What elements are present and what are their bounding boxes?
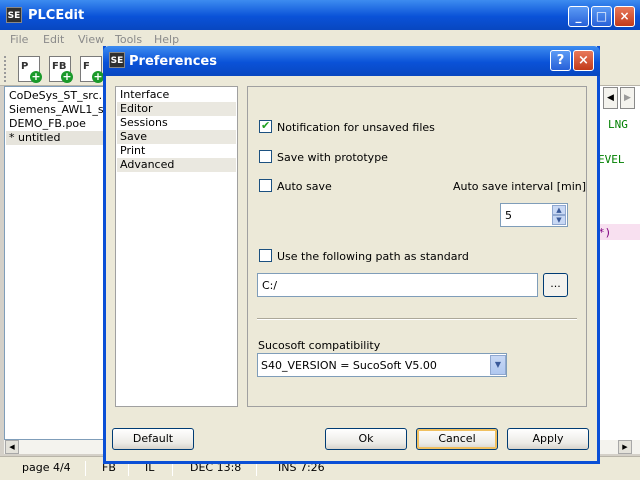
apply-button[interactable]: Apply [507,428,589,450]
dialog-title-bar[interactable]: SE Preferences ? × [103,46,600,76]
scroll-right-icon[interactable]: ▶ [618,440,632,454]
maximize-button[interactable]: □ [591,6,612,27]
tab-scroll-right-icon[interactable]: ▶ [620,87,635,109]
auto-save-interval-spinbox[interactable]: 5 ▲ ▼ [500,203,568,227]
new-function-block-button[interactable]: FB + [49,56,73,83]
dialog-title: Preferences [129,54,217,69]
new-function-icon: F [83,61,90,72]
auto-save-label: Auto save [277,180,332,193]
spin-down-icon[interactable]: ▼ [552,215,566,225]
menu-help[interactable]: Help [154,33,179,46]
app-icon: SE [6,7,22,23]
divider [257,318,577,320]
auto-save-interval-label: Auto save interval [min] [453,180,587,193]
auto-save-checkbox[interactable] [259,179,272,192]
new-program-button[interactable]: P + [18,56,42,83]
sucosoft-label: Sucosoft compatibility [258,339,381,352]
check-icon: ✔ [261,119,271,132]
plus-icon: + [61,70,73,83]
category-print[interactable]: Print [117,144,236,158]
category-save[interactable]: Save [117,130,236,144]
code-fragment: EVEL [598,153,625,166]
help-button[interactable]: ? [550,50,571,71]
new-program-icon: P [21,61,29,72]
tab-scroll-left-icon[interactable]: ◀ [603,87,618,109]
save-with-prototype-checkbox[interactable] [259,150,272,163]
category-sessions[interactable]: Sessions [117,116,236,130]
browse-button[interactable]: ... [543,273,568,297]
code-fragment: LNG [608,118,628,131]
notify-unsaved-checkbox[interactable]: ✔ [259,119,272,133]
app-icon: SE [109,52,125,68]
category-editor[interactable]: Editor [117,102,236,116]
default-button[interactable]: Default [112,428,194,450]
close-button[interactable]: × [614,6,635,27]
dialog-close-button[interactable]: × [573,50,594,71]
ok-button[interactable]: Ok [325,428,407,450]
use-path-checkbox[interactable] [259,249,272,262]
toolbar-grip[interactable] [4,56,8,82]
new-function-button[interactable]: F + [80,56,104,83]
code-editor[interactable] [598,86,640,440]
sucosoft-value: S40_VERSION = SucoSoft V5.00 [261,359,437,372]
save-with-prototype-label: Save with prototype [277,151,388,164]
file-item[interactable]: Siemens_AWL1_src [9,103,107,117]
main-title-bar[interactable]: SE PLCEdit _ □ × [0,0,640,30]
standard-path-input[interactable]: C:/ [257,273,538,297]
status-divider [85,461,86,476]
menu-view[interactable]: View [78,33,104,46]
file-item[interactable]: CoDeSys_ST_src.EXP [9,89,107,103]
file-item[interactable]: DEMO_FB.poe [9,117,107,131]
use-path-label: Use the following path as standard [277,250,469,263]
plus-icon: + [30,70,42,83]
minimize-button[interactable]: _ [568,6,589,27]
status-page: page 4/4 [22,461,71,474]
sucosoft-select[interactable]: S40_VERSION = SucoSoft V5.00 ▼ [257,353,507,377]
menu-tools[interactable]: Tools [115,33,142,46]
scroll-left-icon[interactable]: ◀ [5,440,19,454]
category-advanced[interactable]: Advanced [117,158,236,172]
menu-edit[interactable]: Edit [43,33,64,46]
window-title: PLCEdit [28,8,85,23]
file-item-active[interactable]: * untitled [6,131,104,145]
category-list[interactable]: Interface Editor Sessions Save Print Adv… [115,86,238,407]
spin-up-icon[interactable]: ▲ [552,205,566,215]
file-list[interactable]: CoDeSys_ST_src.EXP Siemens_AWL1_src DEMO… [4,86,107,440]
menu-file[interactable]: File [10,33,28,46]
notify-unsaved-label: Notification for unsaved files [277,121,435,134]
chevron-down-icon[interactable]: ▼ [490,355,506,375]
cancel-button[interactable]: Cancel [416,428,498,450]
category-interface[interactable]: Interface [117,88,236,102]
auto-save-interval-value: 5 [505,209,512,222]
